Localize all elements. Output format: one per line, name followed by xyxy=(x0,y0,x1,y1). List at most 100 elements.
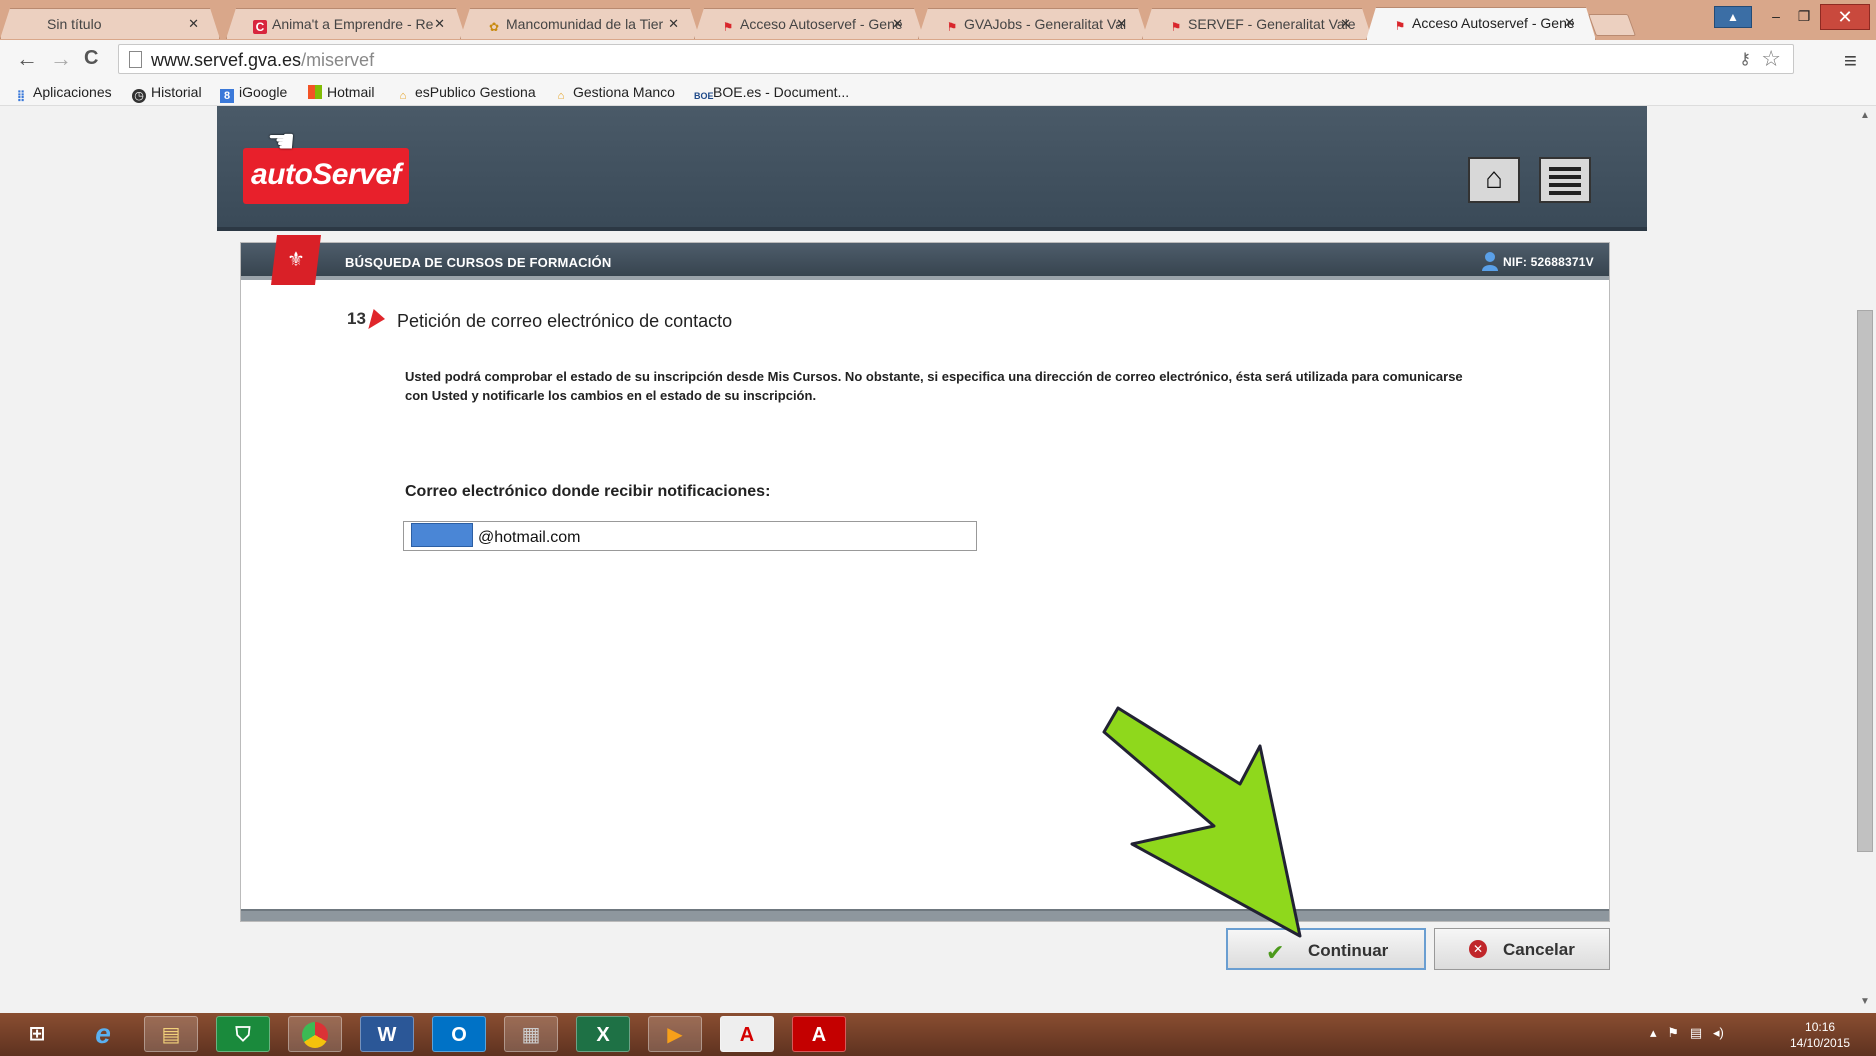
restore-icon[interactable]: ❐ xyxy=(1788,6,1820,28)
page-icon xyxy=(129,51,142,68)
acrobat-icon[interactable]: A xyxy=(792,1016,846,1052)
form-panel: Búsqueda de cursos de formación NIF: 526… xyxy=(240,235,1610,922)
igoogle-icon: 8 xyxy=(220,89,234,103)
tab-close-icon[interactable]: ✕ xyxy=(668,16,679,32)
tab-sin-titulo[interactable]: Sin título ✕ xyxy=(0,8,220,39)
tab-label: Sin título xyxy=(47,16,102,32)
tab-favicon-icon: ⚑ xyxy=(722,20,734,34)
nif-label: NIF: 52688371V xyxy=(1503,255,1594,269)
url-text: www.servef.gva.es/miservef xyxy=(151,50,374,71)
cancel-label: Cancelar xyxy=(1503,940,1575,959)
tab-label: Acceso Autoservef - Gene xyxy=(740,16,903,32)
media-player-icon[interactable]: ▶ xyxy=(648,1016,702,1052)
browser-tab-strip: Sin título ✕ C Anima't a Emprendre - Re ✕… xyxy=(0,0,1876,40)
scroll-thumb[interactable] xyxy=(1857,310,1873,852)
tab-close-icon[interactable]: ✕ xyxy=(1340,16,1351,32)
tab-close-icon[interactable]: ✕ xyxy=(188,16,199,32)
menu-list-icon[interactable] xyxy=(1539,157,1591,203)
windows-taskbar: ⊞ e ▤ ⛉ W O ▦ X ▶ A A ▴ ⚑ ▤ ◂) 10:16 14/… xyxy=(0,1013,1876,1056)
vertical-scrollbar[interactable]: ▲ ▼ xyxy=(1854,106,1876,1013)
email-label: Correo electrónico donde recibir notific… xyxy=(405,483,771,500)
excel-icon[interactable]: X xyxy=(576,1016,630,1052)
clock-icon: ◷ xyxy=(132,89,146,103)
boe-icon: BOE xyxy=(694,91,714,101)
windows-icon xyxy=(308,85,322,99)
internet-explorer-icon[interactable]: e xyxy=(76,1016,130,1052)
tab-acceso-autoservef-active[interactable]: ⚑ Acceso Autoservef - Gene ✕ xyxy=(1366,7,1596,40)
bookmark-aplicaciones[interactable]: ⣿ Aplicaciones xyxy=(14,84,112,103)
bookmark-label: BOE.es - Document... xyxy=(713,84,850,100)
back-icon[interactable]: ← xyxy=(16,46,38,72)
file-explorer-icon[interactable]: ▤ xyxy=(144,1016,198,1052)
bookmark-star-icon[interactable]: ☆ xyxy=(1761,46,1781,72)
user-icon xyxy=(1482,252,1498,271)
page-viewport: autoServef ☚ ⌂ Búsqueda de cursos de for… xyxy=(0,106,1876,1013)
tab-label: Mancomunidad de la Tier xyxy=(506,16,664,32)
site-header: autoServef ☚ ⌂ xyxy=(217,106,1647,231)
tab-animat[interactable]: C Anima't a Emprendre - Re ✕ xyxy=(226,8,466,39)
tab-servef[interactable]: ⚑ SERVEF - Generalitat Vale ✕ xyxy=(1142,8,1372,39)
scroll-down-icon[interactable]: ▼ xyxy=(1860,996,1870,1007)
home-icon[interactable]: ⌂ xyxy=(1468,157,1520,203)
bookmark-label: esPublico Gestiona xyxy=(415,84,536,100)
chrome-menu-icon[interactable]: ≡ xyxy=(1844,48,1857,74)
scroll-up-icon[interactable]: ▲ xyxy=(1860,110,1870,121)
calculator-icon[interactable]: ▦ xyxy=(504,1016,558,1052)
reload-icon[interactable]: C xyxy=(84,47,98,70)
tab-acceso-autoservef[interactable]: ⚑ Acceso Autoservef - Gene ✕ xyxy=(694,8,924,39)
tab-close-icon[interactable]: ✕ xyxy=(434,16,445,32)
acrobat-icon[interactable]: A xyxy=(720,1016,774,1052)
step-marker-icon xyxy=(368,309,388,329)
key-icon[interactable]: ⚷ xyxy=(1739,49,1751,69)
cancel-x-icon: ✕ xyxy=(1469,940,1487,958)
redaction-box xyxy=(411,523,473,547)
section-title: Búsqueda de cursos de formación xyxy=(345,255,612,270)
tab-label: Anima't a Emprendre - Re xyxy=(272,16,434,32)
chrome-icon[interactable] xyxy=(288,1016,342,1052)
clock-time: 10:16 xyxy=(1805,1020,1836,1034)
tab-close-icon[interactable]: ✕ xyxy=(892,16,903,32)
bookmark-historial[interactable]: ◷ Historial xyxy=(132,84,202,103)
url-host: www.servef.gva.es xyxy=(151,50,302,70)
bookmark-igoogle[interactable]: 8 iGoogle xyxy=(220,84,287,103)
screen: Sin título ✕ C Anima't a Emprendre - Re ✕… xyxy=(0,0,1876,1056)
bookmarks-bar: ⣿ Aplicaciones ◷ Historial 8 iGoogle Hotmai… xyxy=(0,78,1876,106)
pointing-hand-icon: ☚ xyxy=(267,123,296,159)
taskbar-clock[interactable]: 10:16 14/10/2015 xyxy=(1790,1019,1850,1051)
cancel-button[interactable]: ✕ Cancelar xyxy=(1434,928,1610,970)
bookmark-gestiona-manco[interactable]: ⌂ Gestiona Manco xyxy=(554,84,675,103)
tab-label: SERVEF - Generalitat Vale xyxy=(1188,16,1356,32)
tab-mancomunidad[interactable]: ✿ Mancomunidad de la Tier ✕ xyxy=(460,8,700,39)
step-title: Petición de correo electrónico de contac… xyxy=(397,311,733,331)
tab-favicon-icon: ⚑ xyxy=(946,20,958,34)
generalitat-emblem-icon: ⚜ xyxy=(271,235,321,285)
tab-close-icon[interactable]: ✕ xyxy=(1564,15,1575,31)
clock-date: 14/10/2015 xyxy=(1790,1036,1851,1050)
forward-icon[interactable]: → xyxy=(50,46,72,72)
tab-favicon-icon: ✿ xyxy=(488,20,500,34)
address-bar[interactable]: www.servef.gva.es/miservef ⚷ ☆ xyxy=(118,44,1794,74)
system-tray[interactable]: ▴ ⚑ ▤ ◂) xyxy=(1650,1025,1724,1041)
tab-favicon-icon: ⚑ xyxy=(1170,20,1182,34)
bookmark-label: Historial xyxy=(151,84,202,100)
store-icon[interactable]: ⛉ xyxy=(216,1016,270,1052)
bookmark-label: iGoogle xyxy=(239,84,288,100)
word-icon[interactable]: W xyxy=(360,1016,414,1052)
start-icon[interactable]: ⊞ xyxy=(10,1016,64,1052)
tab-gvajobs[interactable]: ⚑ GVAJobs - Generalitat Val ✕ xyxy=(918,8,1148,39)
outlook-icon[interactable]: O xyxy=(432,1016,486,1052)
annotation-arrow-icon xyxy=(1102,706,1302,938)
tab-favicon-icon: C xyxy=(253,20,267,34)
tab-close-icon[interactable]: ✕ xyxy=(1116,16,1127,32)
tab-label: GVAJobs - Generalitat Val xyxy=(964,16,1127,32)
new-tab-button[interactable] xyxy=(1587,14,1637,36)
email-field[interactable] xyxy=(403,521,977,551)
panel-footer-bar xyxy=(241,909,1609,921)
user-profile-icon[interactable]: ▲ xyxy=(1714,6,1752,28)
window-close-icon[interactable]: ✕ xyxy=(1820,4,1870,30)
bookmark-hotmail[interactable]: Hotmail xyxy=(308,84,374,100)
bookmark-espublico[interactable]: ⌂ esPublico Gestiona xyxy=(396,84,536,103)
bookmark-label: Gestiona Manco xyxy=(573,84,675,100)
bookmark-boe[interactable]: BOEBOE.es - Document... xyxy=(694,84,849,103)
step-number: 13 xyxy=(347,309,366,328)
